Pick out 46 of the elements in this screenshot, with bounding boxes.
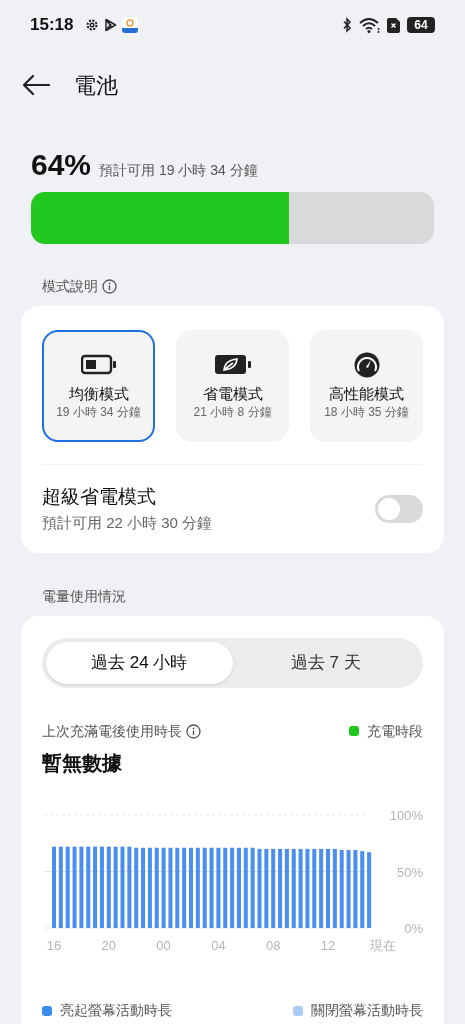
axis-label: 0% <box>404 921 423 936</box>
section-title: 模式說明 <box>42 276 98 296</box>
wifi-icon <box>359 17 380 33</box>
mode-name: 省電模式 <box>202 384 263 404</box>
status-time: 15:18 <box>30 14 74 37</box>
bluetooth-icon <box>342 17 352 33</box>
axis-label: 100% <box>389 808 423 823</box>
range-tab[interactable]: 過去 7 天 <box>232 642 419 684</box>
legend-swatch <box>349 726 359 736</box>
legend-label: 亮起螢幕活動時長 <box>60 1001 172 1020</box>
battery-percent: 64% <box>31 148 92 182</box>
mode-time: 19 小時 34 分鐘 <box>56 404 141 420</box>
app-icon <box>122 17 139 33</box>
axis-label: 08 <box>265 938 281 953</box>
mode-time: 18 小時 35 分鐘 <box>324 404 409 420</box>
back-arrow-icon <box>22 74 50 96</box>
mode-time: 21 小時 8 分鐘 <box>193 404 272 420</box>
battery-indicator: 64 <box>407 17 435 33</box>
info-icon <box>102 278 117 294</box>
mode-tile[interactable]: 省電模式 21 小時 8 分鐘 <box>176 330 289 442</box>
play-store-icon <box>104 18 118 32</box>
mode-tile[interactable]: 均衡模式 19 小時 34 分鐘 <box>42 330 155 442</box>
usage-label: 上次充滿電後使用時長 <box>42 721 182 741</box>
gear-icon <box>85 18 100 32</box>
axis-label: 04 <box>211 938 226 953</box>
axis-label: 50% <box>396 864 423 880</box>
info-icon <box>186 723 201 739</box>
range-tab[interactable]: 過去 24 小時 <box>46 642 233 684</box>
battery-estimate: 預計可用 19 小時 34 分鐘 <box>99 161 258 180</box>
setting-subtitle: 預計可用 22 小時 30 分鐘 <box>42 513 214 533</box>
mode-tile[interactable]: 高性能模式 18 小時 35 分鐘 <box>310 330 423 442</box>
mode-name: 高性能模式 <box>329 384 404 404</box>
toggle-switch[interactable] <box>375 495 423 523</box>
axis-label: 現在 <box>369 938 396 953</box>
setting-title: 超級省電模式 <box>42 485 157 509</box>
page-title: 電池 <box>74 71 118 100</box>
legend-label: 充電時段 <box>367 721 423 741</box>
usage-value: 暫無數據 <box>42 751 123 776</box>
axis-label: 16 <box>46 938 62 953</box>
axis-label: 00 <box>156 938 171 953</box>
legend-label: 關閉螢幕活動時長 <box>311 1001 423 1020</box>
sim-off-icon <box>387 17 400 33</box>
mode-name: 均衡模式 <box>68 384 129 404</box>
axis-label: 12 <box>320 938 336 953</box>
axis-label: 20 <box>101 938 117 953</box>
section-title: 電量使用情況 <box>42 586 126 606</box>
